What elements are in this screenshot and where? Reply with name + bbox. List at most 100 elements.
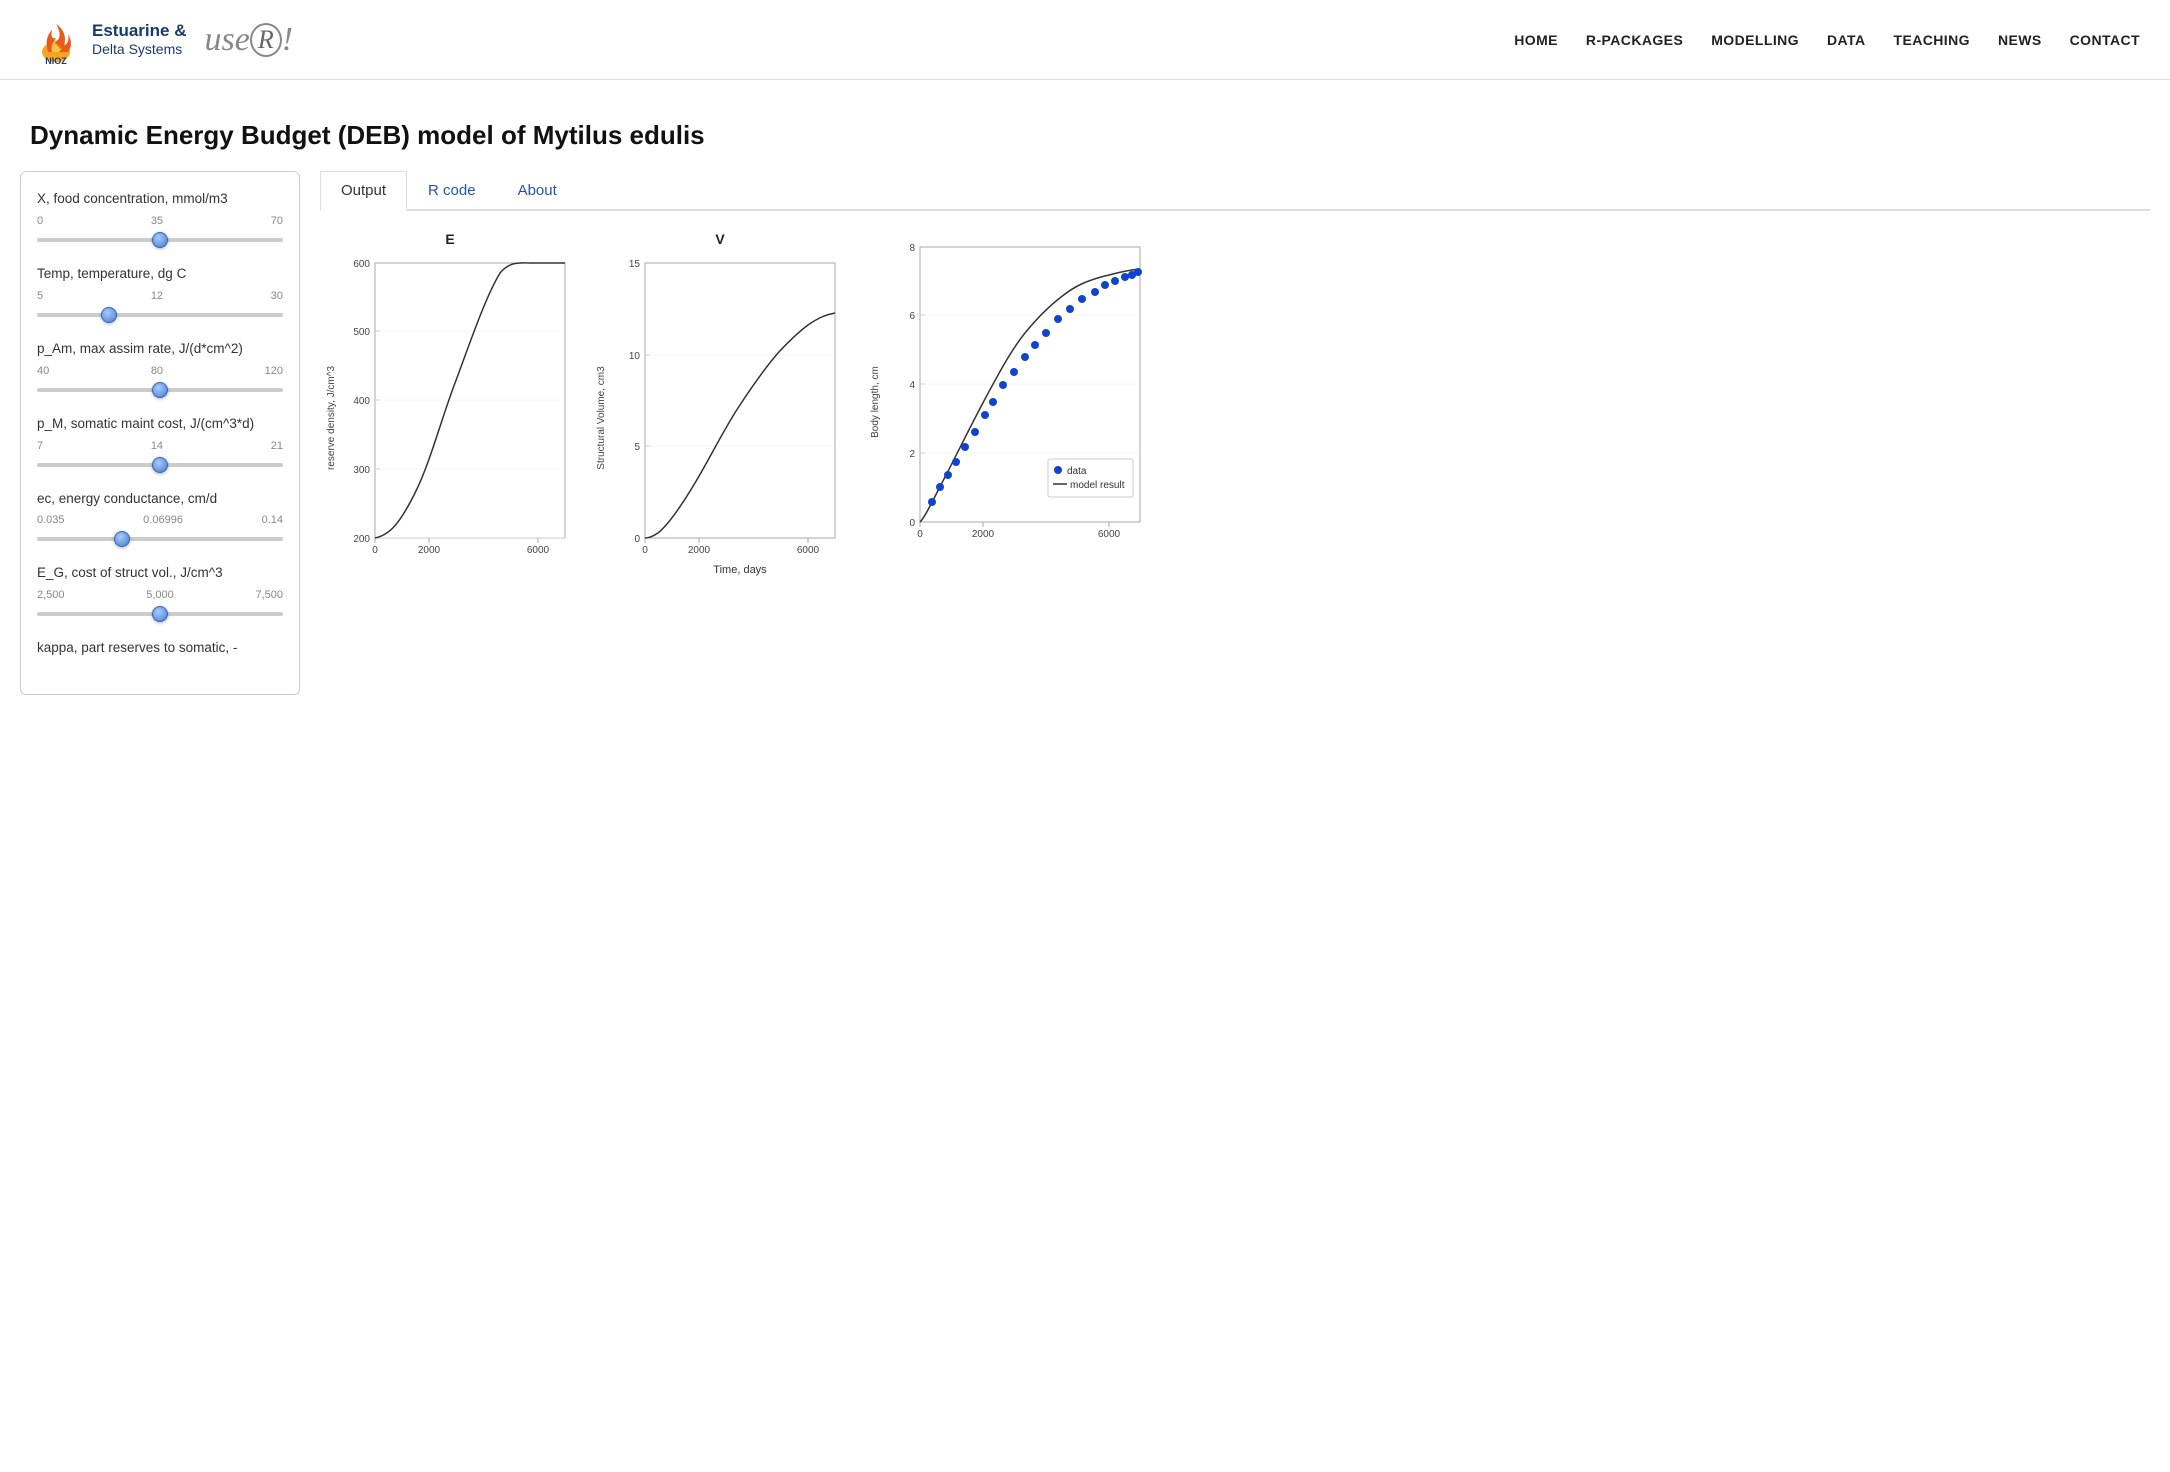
data-point [1010,368,1018,376]
svg-text:200: 200 [353,534,370,545]
content-area: Output R code About E 200 300 [320,171,2150,695]
logo-area: NIOZ Estuarine & Delta Systems use R ! [30,14,293,66]
svg-text:4: 4 [909,380,915,391]
slider-ec[interactable] [37,537,283,541]
parameter-sidebar: X, food concentration, mmol/m3 0 35 70 T… [20,171,300,695]
logo-line2: Delta Systems [92,41,186,58]
svg-text:6000: 6000 [1098,529,1121,540]
svg-text:8: 8 [909,243,915,254]
nav-news[interactable]: NEWS [1998,32,2042,48]
data-point [961,443,969,451]
site-header: NIOZ Estuarine & Delta Systems use R ! H… [0,0,2170,80]
slider-temp[interactable] [37,313,283,317]
data-point [971,428,979,436]
chart-v-wrapper: V 0 5 10 15 0 [590,231,850,593]
param-pam-label: p_Am, max assim rate, J/(d*cm^2) [37,340,283,359]
slider-pm-max: 21 [271,440,283,452]
param-pam: p_Am, max assim rate, J/(d*cm^2) 40 80 1… [37,340,283,397]
param-kappa-label: kappa, part reserves to somatic, - [37,639,283,658]
svg-text:6000: 6000 [797,545,820,556]
data-point [1054,315,1062,323]
svg-text:0: 0 [634,534,640,545]
main-layout: X, food concentration, mmol/m3 0 35 70 T… [0,171,2170,735]
param-temp-label: Temp, temperature, dg C [37,265,283,284]
svg-text:Body length, cm: Body length, cm [870,366,881,438]
data-point [1121,273,1129,281]
slider-eg[interactable] [37,612,283,616]
svg-text:0: 0 [372,545,378,556]
data-point [1031,341,1039,349]
param-pm: p_M, somatic maint cost, J/(cm^3*d) 7 14… [37,415,283,472]
param-ec: ec, energy conductance, cm/d 0.035 0.069… [37,490,283,547]
slider-temp-max: 30 [271,290,283,302]
chart-v-title: V [715,231,724,247]
svg-text:0: 0 [909,518,915,529]
svg-text:2: 2 [909,449,915,460]
nav-contact[interactable]: CONTACT [2070,32,2140,48]
legend-data-label: data [1067,466,1087,477]
slider-pm-val: 14 [151,440,163,452]
param-eg-label: E_G, cost of struct vol., J/cm^3 [37,564,283,583]
slider-eg-max: 7,500 [255,589,283,601]
data-point [936,483,944,491]
nav-r-packages[interactable]: R-PACKAGES [1586,32,1683,48]
chart-e-title: E [445,231,454,247]
main-nav: HOME R-PACKAGES MODELLING DATA TEACHING … [1514,32,2140,48]
slider-eg-min: 2,500 [37,589,65,601]
svg-text:500: 500 [353,327,370,338]
data-point [1042,329,1050,337]
data-point [944,471,952,479]
data-point [952,458,960,466]
svg-text:5: 5 [634,442,640,453]
nav-data[interactable]: DATA [1827,32,1866,48]
charts-area: E 200 300 400 500 [320,231,2150,593]
slider-temp-min: 5 [37,290,43,302]
tab-rcode[interactable]: R code [407,171,497,209]
svg-text:300: 300 [353,465,370,476]
slider-pam-max: 120 [265,365,283,377]
svg-text:0: 0 [642,545,648,556]
svg-text:400: 400 [353,396,370,407]
chart-e-wrapper: E 200 300 400 500 [320,231,580,593]
logo-line1: Estuarine & [92,21,186,41]
nav-teaching[interactable]: TEACHING [1893,32,1969,48]
slider-pam-min: 40 [37,365,49,377]
svg-text:2000: 2000 [972,529,995,540]
svg-text:0: 0 [917,529,923,540]
chart-body-length: 0 2 4 6 8 0 2 [860,237,1160,577]
data-point [981,411,989,419]
logo-text: Estuarine & Delta Systems [92,21,186,58]
legend-model-label: model result [1070,480,1125,491]
slider-pam[interactable] [37,388,283,392]
chart-v: 0 5 10 15 0 2000 6000 [590,253,850,593]
slider-pm[interactable] [37,463,283,467]
nav-modelling[interactable]: MODELLING [1711,32,1799,48]
nioz-logo-icon: NIOZ [30,14,82,66]
data-point [999,381,1007,389]
param-ec-label: ec, energy conductance, cm/d [37,490,283,509]
data-point [928,498,936,506]
legend-data-dot [1054,466,1062,474]
svg-text:NIOZ: NIOZ [45,56,67,66]
param-temp: Temp, temperature, dg C 5 12 30 [37,265,283,322]
nioz-logo: NIOZ [30,14,82,66]
tab-output[interactable]: Output [320,171,407,211]
tab-about[interactable]: About [497,171,578,209]
page-title-area: Dynamic Energy Budget (DEB) model of Myt… [0,80,2170,171]
slider-food[interactable] [37,238,283,242]
svg-text:Time, days: Time, days [713,564,767,576]
param-pm-label: p_M, somatic maint cost, J/(cm^3*d) [37,415,283,434]
data-point [1111,277,1119,285]
svg-text:10: 10 [629,351,641,362]
chart-e: 200 300 400 500 600 0 [320,253,580,593]
page-title: Dynamic Energy Budget (DEB) model of Myt… [30,120,2140,151]
slider-food-max: 70 [271,215,283,227]
svg-text:2000: 2000 [688,545,711,556]
tabs-bar: Output R code About [320,171,2150,211]
data-point [1134,268,1142,276]
svg-text:6: 6 [909,311,915,322]
nav-home[interactable]: HOME [1514,32,1558,48]
svg-text:2000: 2000 [418,545,441,556]
slider-ec-val: 0.06996 [143,514,183,526]
slider-pam-val: 80 [151,365,163,377]
